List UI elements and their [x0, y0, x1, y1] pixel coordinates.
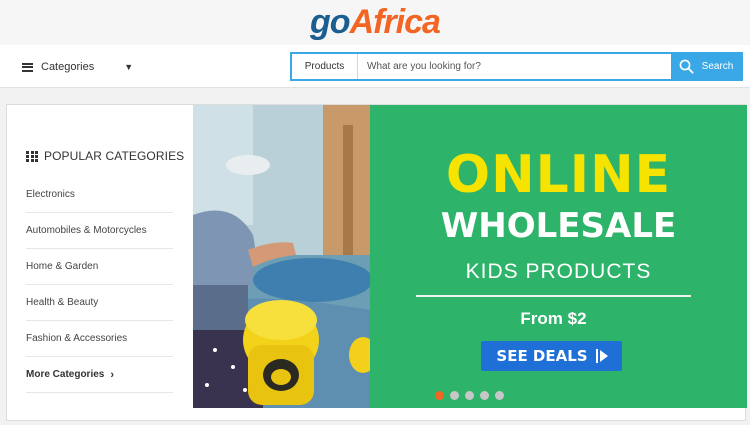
search-button[interactable]: Search — [671, 54, 741, 79]
header: goAfrica — [0, 0, 750, 45]
category-fashion-accessories[interactable]: Fashion & Accessories — [26, 321, 173, 357]
navigation-bar: Categories ▼ Products Search — [0, 45, 750, 88]
category-list: Electronics Automobiles & Motorcycles Ho… — [26, 177, 173, 393]
banner-photo-child-playing — [193, 105, 370, 408]
search-scope-select[interactable]: Products — [292, 54, 358, 79]
carousel-dot-3[interactable] — [465, 391, 474, 400]
carousel-dot-2[interactable] — [450, 391, 459, 400]
list-menu-icon — [22, 62, 33, 72]
grid-icon — [26, 151, 38, 162]
chevron-right-icon: › — [110, 368, 115, 381]
search-icon — [679, 59, 694, 74]
play-arrow-icon — [595, 349, 608, 363]
popular-categories-heading: POPULAR CATEGORIES — [26, 149, 184, 163]
carousel-dot-4[interactable] — [480, 391, 489, 400]
banner-headline-online: ONLINE — [445, 145, 672, 205]
banner-headline-wholesale: WHOLESALE — [440, 206, 677, 246]
category-home-garden[interactable]: Home & Garden — [26, 249, 173, 285]
child-playroom-illustration — [193, 105, 370, 408]
search-input[interactable] — [358, 54, 671, 79]
logo-part-africa: Africa — [349, 3, 441, 41]
popular-categories-sidebar: POPULAR CATEGORIES Electronics Automobil… — [7, 105, 193, 420]
promo-banner[interactable]: ONLINE WHOLESALE KIDS PRODUCTS From $2 S… — [370, 105, 747, 408]
popular-categories-title: POPULAR CATEGORIES — [44, 149, 185, 163]
banner-subtitle: KIDS PRODUCTS — [465, 260, 652, 283]
carousel-indicators — [435, 391, 504, 400]
site-logo[interactable]: goAfrica — [0, 2, 750, 42]
search-button-label: Search — [701, 61, 734, 72]
banner-price: From $2 — [520, 309, 587, 328]
hero-panel: POPULAR CATEGORIES Electronics Automobil… — [6, 104, 747, 421]
see-deals-label: SEE DEALS — [496, 347, 588, 365]
banner-divider — [416, 295, 691, 297]
categories-label: Categories — [41, 61, 95, 73]
logo-part-go: go — [310, 3, 351, 41]
search-bar: Products Search — [290, 52, 743, 81]
carousel-dot-5[interactable] — [495, 391, 504, 400]
carousel-dot-1[interactable] — [435, 391, 444, 400]
category-electronics[interactable]: Electronics — [26, 177, 173, 213]
category-automobiles-motorcycles[interactable]: Automobiles & Motorcycles — [26, 213, 173, 249]
chevron-down-icon: ▼ — [124, 62, 134, 72]
category-health-beauty[interactable]: Health & Beauty — [26, 285, 173, 321]
more-categories-link[interactable]: More Categories › — [26, 357, 173, 393]
see-deals-button[interactable]: SEE DEALS — [481, 341, 622, 371]
categories-dropdown[interactable]: Categories ▼ — [22, 57, 133, 77]
more-categories-label: More Categories — [26, 369, 105, 380]
